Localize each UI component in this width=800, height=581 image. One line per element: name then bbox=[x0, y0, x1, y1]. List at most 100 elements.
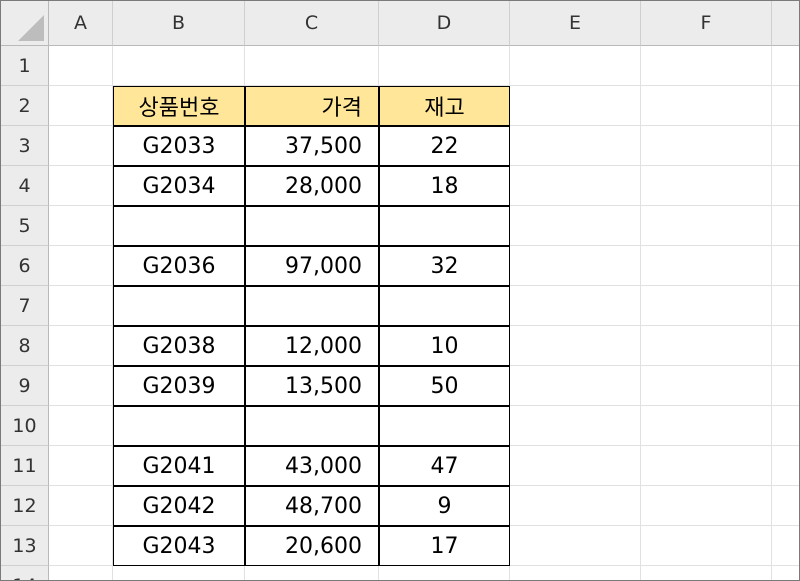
cell-c4[interactable]: 28,000 bbox=[245, 166, 379, 206]
cell-a9[interactable] bbox=[49, 366, 113, 406]
column-header-e[interactable]: E bbox=[510, 1, 641, 46]
cell-c11[interactable]: 43,000 bbox=[245, 446, 379, 486]
column-header-f[interactable]: F bbox=[641, 1, 772, 46]
cell-d10[interactable] bbox=[379, 406, 510, 446]
cell-b7[interactable] bbox=[113, 286, 245, 326]
cell-a8[interactable] bbox=[49, 326, 113, 366]
cell-f13[interactable] bbox=[641, 526, 772, 566]
cell-e1[interactable] bbox=[510, 46, 641, 86]
cell-f7[interactable] bbox=[641, 286, 772, 326]
row-header-11[interactable]: 11 bbox=[1, 446, 49, 486]
cell-b6[interactable]: G2036 bbox=[113, 246, 245, 286]
cell-f4[interactable] bbox=[641, 166, 772, 206]
cell-g8[interactable] bbox=[772, 326, 799, 366]
cell-g13[interactable] bbox=[772, 526, 799, 566]
cell-g1[interactable] bbox=[772, 46, 799, 86]
row-header-7[interactable]: 7 bbox=[1, 286, 49, 326]
cell-b10[interactable] bbox=[113, 406, 245, 446]
cell-a2[interactable] bbox=[49, 86, 113, 126]
cell-d13[interactable]: 17 bbox=[379, 526, 510, 566]
cell-d6[interactable]: 32 bbox=[379, 246, 510, 286]
row-header-1[interactable]: 1 bbox=[1, 46, 49, 86]
row-header-3[interactable]: 3 bbox=[1, 126, 49, 166]
cell-a1[interactable] bbox=[49, 46, 113, 86]
cell-b3[interactable]: G2033 bbox=[113, 126, 245, 166]
cell-b5[interactable] bbox=[113, 206, 245, 246]
cell-a6[interactable] bbox=[49, 246, 113, 286]
cell-a4[interactable] bbox=[49, 166, 113, 206]
cell-b11[interactable]: G2041 bbox=[113, 446, 245, 486]
cell-g4[interactable] bbox=[772, 166, 799, 206]
row-header-4[interactable]: 4 bbox=[1, 166, 49, 206]
cell-a5[interactable] bbox=[49, 206, 113, 246]
cell-a7[interactable] bbox=[49, 286, 113, 326]
cell-c10[interactable] bbox=[245, 406, 379, 446]
cell-b4[interactable]: G2034 bbox=[113, 166, 245, 206]
column-header-c[interactable]: C bbox=[245, 1, 379, 46]
cell-b12[interactable]: G2042 bbox=[113, 486, 245, 526]
row-header-5[interactable]: 5 bbox=[1, 206, 49, 246]
select-all-corner[interactable] bbox=[1, 1, 49, 46]
cell-g2[interactable] bbox=[772, 86, 799, 126]
cell-g3[interactable] bbox=[772, 126, 799, 166]
row-header-13[interactable]: 13 bbox=[1, 526, 49, 566]
cell-f1[interactable] bbox=[641, 46, 772, 86]
cell-d8[interactable]: 10 bbox=[379, 326, 510, 366]
cell-d14[interactable] bbox=[379, 566, 510, 580]
cell-a3[interactable] bbox=[49, 126, 113, 166]
column-header-d[interactable]: D bbox=[379, 1, 510, 46]
cell-a12[interactable] bbox=[49, 486, 113, 526]
cell-b14[interactable] bbox=[113, 566, 245, 580]
cell-e3[interactable] bbox=[510, 126, 641, 166]
cell-b1[interactable] bbox=[113, 46, 245, 86]
cell-a13[interactable] bbox=[49, 526, 113, 566]
cell-e5[interactable] bbox=[510, 206, 641, 246]
cell-b13[interactable]: G2043 bbox=[113, 526, 245, 566]
cell-g6[interactable] bbox=[772, 246, 799, 286]
cell-d9[interactable]: 50 bbox=[379, 366, 510, 406]
cell-c12[interactable]: 48,700 bbox=[245, 486, 379, 526]
cell-d5[interactable] bbox=[379, 206, 510, 246]
cell-e12[interactable] bbox=[510, 486, 641, 526]
cell-d7[interactable] bbox=[379, 286, 510, 326]
cell-g5[interactable] bbox=[772, 206, 799, 246]
cell-g11[interactable] bbox=[772, 446, 799, 486]
cell-c7[interactable] bbox=[245, 286, 379, 326]
cell-g14[interactable] bbox=[772, 566, 799, 580]
cell-b9[interactable]: G2039 bbox=[113, 366, 245, 406]
cell-e13[interactable] bbox=[510, 526, 641, 566]
cell-b8[interactable]: G2038 bbox=[113, 326, 245, 366]
table-header-b[interactable]: 상품번호 bbox=[113, 86, 245, 126]
row-header-12[interactable]: 12 bbox=[1, 486, 49, 526]
row-header-14[interactable]: 14 bbox=[1, 566, 49, 580]
cell-c6[interactable]: 97,000 bbox=[245, 246, 379, 286]
cell-a11[interactable] bbox=[49, 446, 113, 486]
cell-f5[interactable] bbox=[641, 206, 772, 246]
cell-f11[interactable] bbox=[641, 446, 772, 486]
cell-d11[interactable]: 47 bbox=[379, 446, 510, 486]
cell-e2[interactable] bbox=[510, 86, 641, 126]
cell-g7[interactable] bbox=[772, 286, 799, 326]
row-header-8[interactable]: 8 bbox=[1, 326, 49, 366]
row-header-6[interactable]: 6 bbox=[1, 246, 49, 286]
cell-f2[interactable] bbox=[641, 86, 772, 126]
cell-c9[interactable]: 13,500 bbox=[245, 366, 379, 406]
cell-f9[interactable] bbox=[641, 366, 772, 406]
cell-d1[interactable] bbox=[379, 46, 510, 86]
cell-c5[interactable] bbox=[245, 206, 379, 246]
cell-d3[interactable]: 22 bbox=[379, 126, 510, 166]
cell-f6[interactable] bbox=[641, 246, 772, 286]
cell-f8[interactable] bbox=[641, 326, 772, 366]
cell-f12[interactable] bbox=[641, 486, 772, 526]
row-header-9[interactable]: 9 bbox=[1, 366, 49, 406]
cell-e7[interactable] bbox=[510, 286, 641, 326]
cell-g12[interactable] bbox=[772, 486, 799, 526]
cell-d12[interactable]: 9 bbox=[379, 486, 510, 526]
cell-e4[interactable] bbox=[510, 166, 641, 206]
table-header-d[interactable]: 재고 bbox=[379, 86, 510, 126]
cell-e14[interactable] bbox=[510, 566, 641, 580]
column-header-partial[interactable] bbox=[772, 1, 799, 46]
cell-c8[interactable]: 12,000 bbox=[245, 326, 379, 366]
cell-f3[interactable] bbox=[641, 126, 772, 166]
cell-c13[interactable]: 20,600 bbox=[245, 526, 379, 566]
